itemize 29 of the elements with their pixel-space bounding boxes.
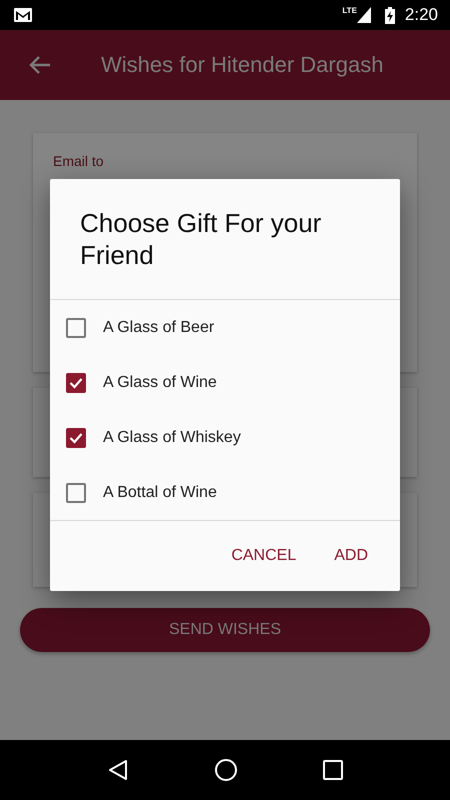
- check-icon: [69, 376, 83, 388]
- clock: 2:20: [404, 5, 438, 25]
- gift-option[interactable]: A Glass of Wine: [50, 355, 400, 410]
- dialog-action-button[interactable]: ADD: [322, 539, 380, 573]
- check-icon: [69, 432, 83, 444]
- home-icon[interactable]: [214, 758, 238, 782]
- option-label: A Glass of Whiskey: [103, 428, 241, 446]
- field-label: Email to: [53, 153, 104, 169]
- checkbox[interactable]: [66, 372, 86, 392]
- option-label: A Glass of Wine: [103, 374, 217, 392]
- option-label: A Bottal of Wine: [103, 484, 217, 502]
- checkbox[interactable]: [66, 318, 86, 338]
- mail-icon: [14, 8, 32, 22]
- recents-icon[interactable]: [322, 760, 343, 780]
- gift-option[interactable]: A Glass of Beer: [50, 300, 400, 355]
- checkbox[interactable]: [66, 428, 86, 448]
- screen-title: Wishes for Hitender Dargash: [101, 52, 384, 78]
- signal-icon: [356, 7, 371, 23]
- option-label: A Glass of Beer: [103, 318, 214, 336]
- send-wishes-button[interactable]: SEND WISHES: [20, 608, 430, 652]
- dialog-action-button[interactable]: CANCEL: [219, 539, 308, 573]
- dialog-title: Choose Gift For your Friend: [50, 179, 400, 300]
- gift-option[interactable]: A Bottal of Wine: [50, 465, 400, 520]
- back-icon[interactable]: [107, 759, 130, 781]
- checkbox[interactable]: [66, 482, 86, 502]
- gift-option[interactable]: A Glass of Whiskey: [50, 410, 400, 465]
- battery-icon: [384, 6, 395, 24]
- network-label: LTE: [342, 6, 357, 15]
- back-arrow-icon[interactable]: [29, 55, 51, 75]
